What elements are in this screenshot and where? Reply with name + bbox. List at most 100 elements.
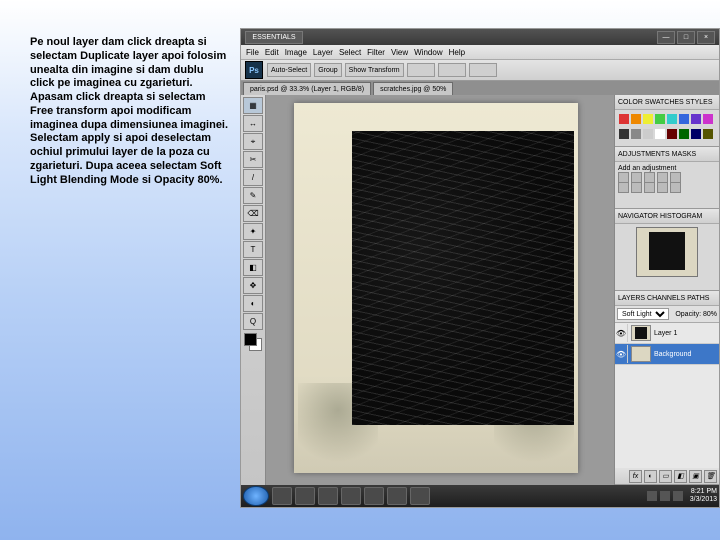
opt-group[interactable]: Group xyxy=(314,63,341,77)
menu-filter[interactable]: Filter xyxy=(367,48,385,57)
foreground-color-icon[interactable] xyxy=(244,333,257,346)
taskbar-pin[interactable] xyxy=(272,487,292,505)
layers-list: 👁Layer 1👁Background xyxy=(615,323,719,468)
document-canvas[interactable] xyxy=(294,103,578,473)
taskbar-pin[interactable] xyxy=(341,487,361,505)
tool-move-icon[interactable]: ▦ xyxy=(243,97,263,114)
tool-zoom-icon[interactable]: ◐ xyxy=(243,295,263,312)
menu-file[interactable]: File xyxy=(246,48,259,57)
tool-clone-icon[interactable]: ✦ xyxy=(243,223,263,240)
layer-row[interactable]: 👁Background xyxy=(615,344,719,365)
tool-hand-icon[interactable]: ✥ xyxy=(243,277,263,294)
photoshop-screenshot: ESSENTIALS — □ × File Edit Image Layer S… xyxy=(240,28,720,508)
taskbar-pin[interactable] xyxy=(387,487,407,505)
workspace-switcher[interactable]: ESSENTIALS xyxy=(245,31,303,44)
layer-mask-icon[interactable]: ◐ xyxy=(644,470,657,483)
adj-icon[interactable] xyxy=(618,182,629,193)
doc-tab-1[interactable]: paris.psd @ 33.3% (Layer 1, RGB/8) xyxy=(243,82,371,95)
menu-help[interactable]: Help xyxy=(449,48,465,57)
swatch[interactable] xyxy=(619,114,629,124)
swatches-grid[interactable] xyxy=(615,110,719,146)
close-button[interactable]: × xyxy=(697,31,715,44)
tool-shape-icon[interactable]: ◧ xyxy=(243,259,263,276)
menu-window[interactable]: Window xyxy=(414,48,442,57)
opt-align-a[interactable] xyxy=(407,63,435,77)
doc-tab-2[interactable]: scratches.jpg @ 50% xyxy=(373,82,453,95)
swatch[interactable] xyxy=(703,129,713,139)
tool-marquee-icon[interactable]: ↔ xyxy=(243,115,263,132)
layer-row[interactable]: 👁Layer 1 xyxy=(615,323,719,344)
opt-auto-select[interactable]: Auto-Select xyxy=(267,63,311,77)
color-swatch-picker[interactable] xyxy=(244,333,262,351)
swatch[interactable] xyxy=(691,129,701,139)
swatch[interactable] xyxy=(679,129,689,139)
opt-align-c[interactable] xyxy=(469,63,497,77)
taskbar-pin[interactable] xyxy=(364,487,384,505)
taskbar-pin[interactable] xyxy=(410,487,430,505)
minimize-button[interactable]: — xyxy=(657,31,675,44)
menu-image[interactable]: Image xyxy=(285,48,307,57)
adj-icon[interactable] xyxy=(670,182,681,193)
opacity-value[interactable]: 80% xyxy=(703,311,717,318)
taskbar-clock[interactable]: 8:21 PM 3/3/2013 xyxy=(690,488,717,503)
swatch[interactable] xyxy=(631,129,641,139)
taskbar-pin[interactable] xyxy=(295,487,315,505)
layer-trash-icon[interactable]: 🗑 xyxy=(704,470,717,483)
window-titlebar: ESSENTIALS — □ × xyxy=(241,29,719,45)
swatch[interactable] xyxy=(631,114,641,124)
swatch[interactable] xyxy=(667,114,677,124)
layer-visibility-icon[interactable]: 👁 xyxy=(615,324,628,342)
opt-align-b[interactable] xyxy=(438,63,466,77)
navigator-tab[interactable]: NAVIGATOR HISTOGRAM xyxy=(615,209,719,224)
swatches-tab[interactable]: COLOR SWATCHES STYLES xyxy=(615,95,719,110)
start-button[interactable] xyxy=(243,486,269,506)
menu-layer[interactable]: Layer xyxy=(313,48,333,57)
tray-icon[interactable] xyxy=(647,491,657,501)
menu-view[interactable]: View xyxy=(391,48,408,57)
layer-visibility-icon[interactable]: 👁 xyxy=(615,345,628,363)
tool-type-icon[interactable]: T xyxy=(243,241,263,258)
layer-options: Soft Light Opacity: 80% xyxy=(615,306,719,323)
tool-eraser-icon[interactable]: ⌫ xyxy=(243,205,263,222)
menu-select[interactable]: Select xyxy=(339,48,361,57)
layer-group-icon[interactable]: ◧ xyxy=(674,470,687,483)
workspace: ▦ ↔ ⌖ ✂ / ✎ ⌫ ✦ T ◧ ✥ ◐ Q xyxy=(241,95,719,485)
layers-tab[interactable]: LAYERS CHANNELS PATHS xyxy=(615,291,719,306)
canvas-area[interactable] xyxy=(266,95,614,485)
ps-logo-icon: Ps xyxy=(245,61,263,79)
swatch[interactable] xyxy=(643,129,653,139)
layer-fx-icon[interactable]: fx xyxy=(629,470,642,483)
swatch[interactable] xyxy=(679,114,689,124)
taskbar-pin[interactable] xyxy=(318,487,338,505)
swatch[interactable] xyxy=(619,129,629,139)
opt-show-transform[interactable]: Show Transform xyxy=(345,63,404,77)
swatch[interactable] xyxy=(655,129,665,139)
tool-brush-icon[interactable]: ✎ xyxy=(243,187,263,204)
navigator-thumb[interactable] xyxy=(636,227,698,277)
adjustments-tab[interactable]: ADJUSTMENTS MASKS xyxy=(615,147,719,162)
menu-edit[interactable]: Edit xyxy=(265,48,279,57)
swatch[interactable] xyxy=(667,129,677,139)
tray-icon[interactable] xyxy=(673,491,683,501)
maximize-button[interactable]: □ xyxy=(677,31,695,44)
layer-adjust-icon[interactable]: ▭ xyxy=(659,470,672,483)
adj-icon[interactable] xyxy=(631,182,642,193)
adj-icon[interactable] xyxy=(657,182,668,193)
swatch[interactable] xyxy=(703,114,713,124)
layer-thumb xyxy=(631,346,651,362)
swatch[interactable] xyxy=(691,114,701,124)
tool-eyedrop-icon[interactable]: / xyxy=(243,169,263,186)
tool-quickmask-icon[interactable]: Q xyxy=(243,313,263,330)
swatch[interactable] xyxy=(643,114,653,124)
blend-mode-select[interactable]: Soft Light xyxy=(617,308,669,320)
adj-icon[interactable] xyxy=(644,182,655,193)
tool-crop-icon[interactable]: ✂ xyxy=(243,151,263,168)
layer-new-icon[interactable]: ▣ xyxy=(689,470,702,483)
system-tray[interactable]: 8:21 PM 3/3/2013 xyxy=(647,488,717,503)
navigator-panel: NAVIGATOR HISTOGRAM xyxy=(615,209,719,291)
tray-icon[interactable] xyxy=(660,491,670,501)
tool-lasso-icon[interactable]: ⌖ xyxy=(243,133,263,150)
scratches-overlay[interactable] xyxy=(352,131,574,425)
clock-date: 3/3/2013 xyxy=(690,496,717,504)
swatch[interactable] xyxy=(655,114,665,124)
